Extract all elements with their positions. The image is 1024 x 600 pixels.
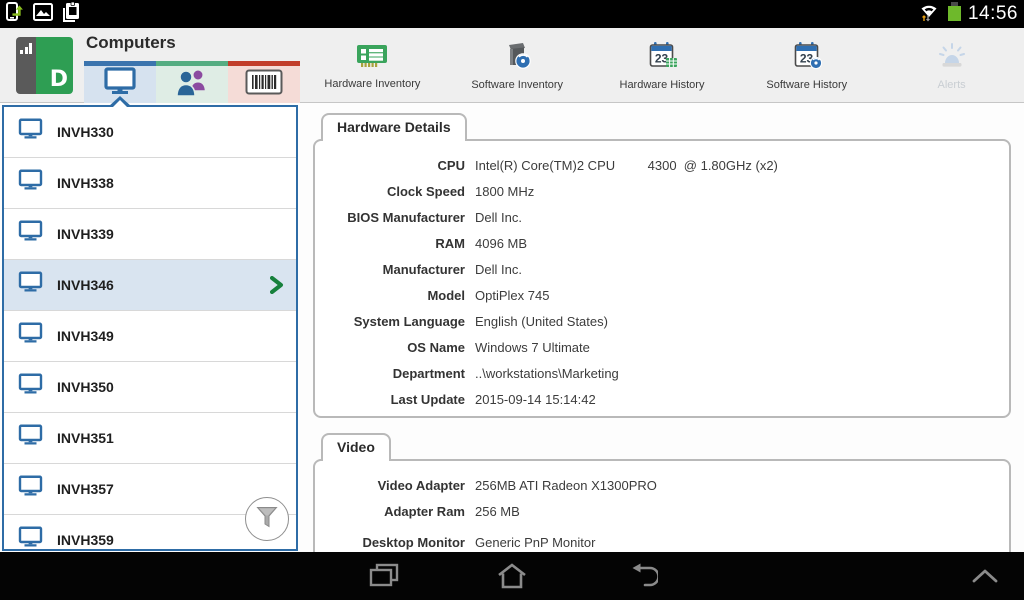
monitor-icon	[17, 271, 44, 299]
list-item[interactable]: INVH351	[4, 413, 296, 464]
computer-name: INVH338	[57, 175, 114, 191]
clock: 14:56	[967, 3, 1018, 24]
computer-name: INVH346	[57, 277, 114, 293]
recents-button[interactable]	[348, 552, 420, 600]
field-label: System Language	[353, 313, 465, 329]
toolbar-actions: Hardware Inventory Software Inventory 23…	[300, 28, 1024, 103]
panel-title: Video	[321, 433, 391, 461]
field-label: Clock Speed	[386, 183, 465, 199]
action-hardware-history[interactable]: 23 Hardware History	[597, 41, 727, 91]
siren-icon	[935, 41, 969, 76]
field-value: English (United States)	[475, 313, 608, 329]
computer-name: INVH339	[57, 226, 114, 242]
field-value: Generic PnP Monitor	[475, 534, 596, 550]
wifi-icon	[917, 1, 941, 28]
field-value: OptiPlex 745	[475, 287, 550, 303]
app-screen: 14:56 D Computers Hardware Inventory Sof…	[0, 0, 1024, 600]
action-alerts: Alerts	[887, 41, 1017, 91]
list-item[interactable]: INVH339	[4, 209, 296, 260]
action-label: Software Inventory	[471, 78, 564, 91]
list-item[interactable]: INVH338	[4, 158, 296, 209]
monitor-icon	[17, 220, 44, 248]
field-value: ..\workstations\Marketing	[475, 365, 619, 381]
filter-button[interactable]	[245, 497, 289, 541]
field-value: 2015-09-14 15:14:42	[475, 391, 596, 407]
ram-chip-icon	[355, 42, 389, 75]
monitor-icon	[17, 526, 44, 549]
field-value: Dell Inc.	[475, 261, 522, 277]
computer-name: INVH359	[57, 532, 114, 548]
computer-name: INVH349	[57, 328, 114, 344]
list-item-selected[interactable]: INVH346	[4, 260, 296, 311]
field-value: 1800 MHz	[475, 183, 535, 199]
app-logo: D	[16, 37, 73, 94]
computer-name: INVH357	[57, 481, 114, 497]
computer-name: INVH351	[57, 430, 114, 446]
calendar-grid-icon: 23	[645, 41, 679, 76]
field-label: RAM	[435, 235, 465, 251]
field-label: OS Name	[407, 339, 465, 355]
field-value: 4096 MB	[475, 235, 528, 251]
expand-chevron-icon[interactable]	[949, 552, 1021, 600]
action-hardware-inventory[interactable]: Hardware Inventory	[307, 42, 437, 90]
barcode-icon	[245, 69, 283, 100]
field-label: Desktop Monitor	[362, 534, 465, 550]
field-label: BIOS Manufacturer	[347, 209, 465, 225]
computer-list-sidebar: INVH330 INVH338 INVH339 INVH346 INVH349 …	[2, 96, 298, 551]
logo-chart-icon	[20, 43, 32, 54]
tab-users[interactable]	[156, 61, 228, 103]
computer-name: INVH350	[57, 379, 114, 395]
hardware-details-panel: Hardware Details CPU Intel(R) Core(TM)2 C…	[313, 113, 1011, 418]
list-item[interactable]: INVH350	[4, 362, 296, 413]
software-box-icon	[501, 41, 533, 76]
list-item[interactable]: INVH349	[4, 311, 296, 362]
field-label: Adapter Ram	[384, 503, 465, 519]
monitor-icon	[17, 373, 44, 401]
home-button[interactable]	[476, 552, 548, 600]
content-area: INVH330 INVH338 INVH339 INVH346 INVH349 …	[0, 96, 1024, 600]
action-label: Hardware Inventory	[324, 77, 421, 90]
field-value: 256 MB	[475, 503, 520, 519]
calendar-disc-icon: 23	[790, 41, 824, 76]
notification-icons	[0, 1, 82, 28]
monitor-icon	[17, 322, 44, 350]
status-bar: 14:56	[0, 0, 1024, 28]
panel-title: Hardware Details	[321, 113, 467, 141]
field-label: CPU	[437, 157, 465, 173]
monitor-icon	[17, 424, 44, 452]
field-label: Video Adapter	[377, 477, 465, 493]
field-label: Last Update	[390, 391, 465, 407]
users-icon	[173, 66, 211, 103]
screenshot-icon	[60, 1, 82, 28]
action-software-history[interactable]: 23 Software History	[742, 41, 872, 91]
field-label: Model	[427, 287, 465, 303]
tab-barcodes[interactable]	[228, 61, 300, 103]
battery-icon	[946, 1, 963, 28]
field-value: Windows 7 Ultimate	[475, 339, 590, 355]
computer-list: INVH330 INVH338 INVH339 INVH346 INVH349 …	[4, 107, 296, 549]
usb-transfer-icon	[4, 1, 26, 28]
field-value: 256MB ATI Radeon X1300PRO	[475, 477, 657, 493]
back-button[interactable]	[607, 552, 679, 600]
android-nav-bar	[0, 552, 1024, 600]
selected-chevron-icon	[270, 276, 284, 294]
app-header: D Computers Hardware Inventory Software …	[0, 28, 1024, 103]
action-software-inventory[interactable]: Software Inventory	[452, 41, 582, 91]
action-label: Alerts	[937, 78, 966, 91]
computer-name: INVH330	[57, 124, 114, 140]
action-label: Hardware History	[619, 78, 705, 91]
filter-icon	[255, 505, 279, 534]
field-value: Dell Inc.	[475, 209, 522, 225]
list-item[interactable]: INVH330	[4, 107, 296, 158]
page-title: Computers	[86, 33, 176, 52]
field-label: Manufacturer	[382, 261, 465, 277]
gallery-icon	[32, 1, 54, 28]
field-label: Department	[392, 365, 465, 381]
monitor-icon	[17, 118, 44, 146]
field-value: Intel(R) Core(TM)2 CPU 4300 @ 1.80GHz (x…	[475, 157, 778, 173]
action-label: Software History	[766, 78, 848, 91]
monitor-icon	[17, 475, 44, 503]
monitor-icon	[17, 169, 44, 197]
